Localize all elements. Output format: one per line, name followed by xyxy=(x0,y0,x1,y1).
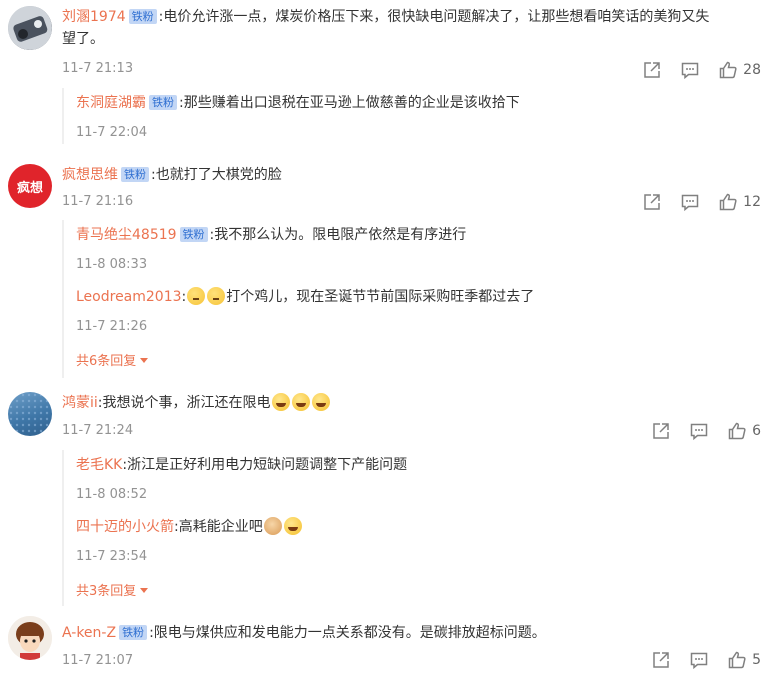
reply-item: 四十迈的小火箭:高耗能企业吧 11-7 23:54 xyxy=(76,516,761,566)
avatar-image xyxy=(8,6,52,50)
avatar[interactable] xyxy=(8,6,52,50)
reply-content: : xyxy=(181,289,187,305)
like-icon xyxy=(719,193,737,211)
username[interactable]: A-ken-Z xyxy=(62,625,116,641)
username[interactable]: 疯想思维 xyxy=(62,167,118,183)
share-icon xyxy=(653,652,669,668)
share-button[interactable] xyxy=(651,421,671,441)
fan-badge[interactable]: 铁粉 xyxy=(149,95,177,110)
reply-item: Leodream2013: 打个鸡儿，现在圣诞节节前国际采购旺季都过去了 11-7… xyxy=(76,286,761,336)
show-more-replies-button[interactable]: 共3条回复 xyxy=(76,580,149,599)
username[interactable]: 东洞庭湖霸 xyxy=(76,95,146,111)
more-replies-label: 共6条回复 xyxy=(76,354,137,369)
comment-text: 鸿蒙ii:我想说个事，浙江还在限电 xyxy=(62,392,761,414)
comment-text: 刘溷1974 铁粉:电价允许涨一点，煤炭价格压下来，很快缺电问题解决了，让那些想看… xyxy=(62,6,761,28)
laughing-emoji-icon xyxy=(283,517,302,535)
reply-content: :浙江是正好利用电力短缺问题调整下产能问题 xyxy=(122,457,408,473)
share-button[interactable] xyxy=(642,60,662,80)
show-more-replies-button[interactable]: 共6条回复 xyxy=(76,350,149,369)
avatar-image xyxy=(8,392,52,436)
fan-badge[interactable]: 铁粉 xyxy=(121,167,149,182)
more-replies-label: 共3条回复 xyxy=(76,584,137,599)
fan-badge[interactable]: 铁粉 xyxy=(179,227,208,242)
timestamp: 11-8 08:52 xyxy=(76,487,148,502)
like-button[interactable]: 6 xyxy=(727,421,761,441)
like-icon xyxy=(728,422,746,440)
timestamp: 11-7 22:04 xyxy=(76,125,148,140)
username[interactable]: 鸿蒙ii xyxy=(62,395,98,411)
chevron-down-icon xyxy=(140,588,149,593)
avatar[interactable] xyxy=(8,616,52,660)
username[interactable]: 刘溷1974 xyxy=(62,9,126,25)
comment-text-continued: 望了。 xyxy=(62,31,104,47)
comment-content: :电价允许涨一点，煤炭价格压下来，很快缺电问题解决了，让那些想看咱笑话的美狗又失 xyxy=(158,9,710,25)
fan-badge[interactable]: 铁粉 xyxy=(119,625,148,640)
like-count: 28 xyxy=(743,62,761,78)
comment-content: :限电与煤供应和发电能力一点关系都没有。是碳排放超标问题。 xyxy=(149,625,546,641)
timestamp: 11-7 23:54 xyxy=(76,549,148,564)
share-icon xyxy=(653,423,669,439)
reply-item: 青马绝尘48519 铁粉:我不那么认为。限电限产依然是有序进行 11-8 08:3… xyxy=(76,224,761,274)
reply-list: 东洞庭湖霸 铁粉:那些赚着出口退税在亚马逊上做慈善的企业是该收拾下 11-7 22… xyxy=(62,88,761,144)
comment-button[interactable] xyxy=(689,421,709,441)
avatar[interactable]: 疯想 xyxy=(8,164,52,208)
comment-content: :我想说个事，浙江还在限电 xyxy=(97,395,271,411)
share-icon xyxy=(644,194,660,210)
chevron-down-icon xyxy=(140,358,149,363)
fan-badge[interactable]: 铁粉 xyxy=(128,9,157,24)
share-button[interactable] xyxy=(651,650,671,670)
comment-icon xyxy=(690,652,708,670)
username[interactable]: 老毛KK xyxy=(76,457,122,473)
timestamp: 11-7 21:07 xyxy=(62,653,134,668)
comment-icon xyxy=(681,62,699,80)
comment-icon xyxy=(690,423,708,441)
comment-actions: 5 xyxy=(633,650,761,670)
share-button[interactable] xyxy=(642,192,662,212)
comment-text: A-ken-Z 铁粉:限电与煤供应和发电能力一点关系都没有。是碳排放超标问题。 xyxy=(62,622,761,644)
avatar-text: 疯想 xyxy=(16,180,43,196)
username[interactable]: Leodream2013 xyxy=(76,289,182,305)
cat-emoji-icon xyxy=(263,517,282,535)
timestamp: 11-7 21:13 xyxy=(62,61,134,76)
timestamp: 11-7 21:24 xyxy=(62,423,134,438)
reply-list: 老毛KK:浙江是正好利用电力短缺问题调整下产能问题 11-8 08:52 四十迈… xyxy=(62,450,761,606)
avatar[interactable] xyxy=(8,392,52,436)
timestamp: 11-7 21:26 xyxy=(76,319,148,334)
reply-content: :高耗能企业吧 xyxy=(174,519,263,535)
laughing-emoji-icon xyxy=(311,393,330,411)
timestamp: 11-7 21:16 xyxy=(62,194,134,209)
comment-text: 疯想思维 铁粉:也就打了大棋党的脸 xyxy=(62,164,761,186)
like-count: 5 xyxy=(752,652,761,668)
comment-button[interactable] xyxy=(680,192,700,212)
reply-item: 东洞庭湖霸 铁粉:那些赚着出口退税在亚马逊上做慈善的企业是该收拾下 11-7 22… xyxy=(76,92,761,142)
like-count: 12 xyxy=(743,194,761,210)
timestamp: 11-8 08:33 xyxy=(76,257,148,272)
comment-button[interactable] xyxy=(680,60,700,80)
comment-button[interactable] xyxy=(689,650,709,670)
comment-content: :也就打了大棋党的脸 xyxy=(151,167,282,183)
avatar-image xyxy=(8,616,52,660)
laughing-emoji-icon xyxy=(271,393,290,411)
comment-actions: 12 xyxy=(624,192,761,212)
reply-item: 老毛KK:浙江是正好利用电力短缺问题调整下产能问题 11-8 08:52 xyxy=(76,454,761,504)
like-count: 6 xyxy=(752,423,761,439)
thinking-emoji-icon xyxy=(207,287,226,305)
like-icon xyxy=(719,61,737,79)
reply-content-continued: 打个鸡儿，现在圣诞节节前国际采购旺季都过去了 xyxy=(226,289,535,305)
like-button[interactable]: 28 xyxy=(718,60,761,80)
share-icon xyxy=(644,62,660,78)
comment-icon xyxy=(681,194,699,212)
thinking-emoji-icon xyxy=(187,287,206,305)
laughing-emoji-icon xyxy=(291,393,310,411)
like-icon xyxy=(728,651,746,669)
like-button[interactable]: 12 xyxy=(718,192,761,212)
reply-content: :我不那么认为。限电限产依然是有序进行 xyxy=(209,227,467,243)
username[interactable]: 四十迈的小火箭 xyxy=(76,519,174,535)
like-button[interactable]: 5 xyxy=(727,650,761,670)
comment-actions: 6 xyxy=(633,421,761,441)
username[interactable]: 青马绝尘48519 xyxy=(76,227,177,243)
comment-actions: 28 xyxy=(624,60,761,80)
reply-content: :那些赚着出口退税在亚马逊上做慈善的企业是该收拾下 xyxy=(179,95,520,111)
reply-list: 青马绝尘48519 铁粉:我不那么认为。限电限产依然是有序进行 11-8 08:3… xyxy=(62,220,761,378)
